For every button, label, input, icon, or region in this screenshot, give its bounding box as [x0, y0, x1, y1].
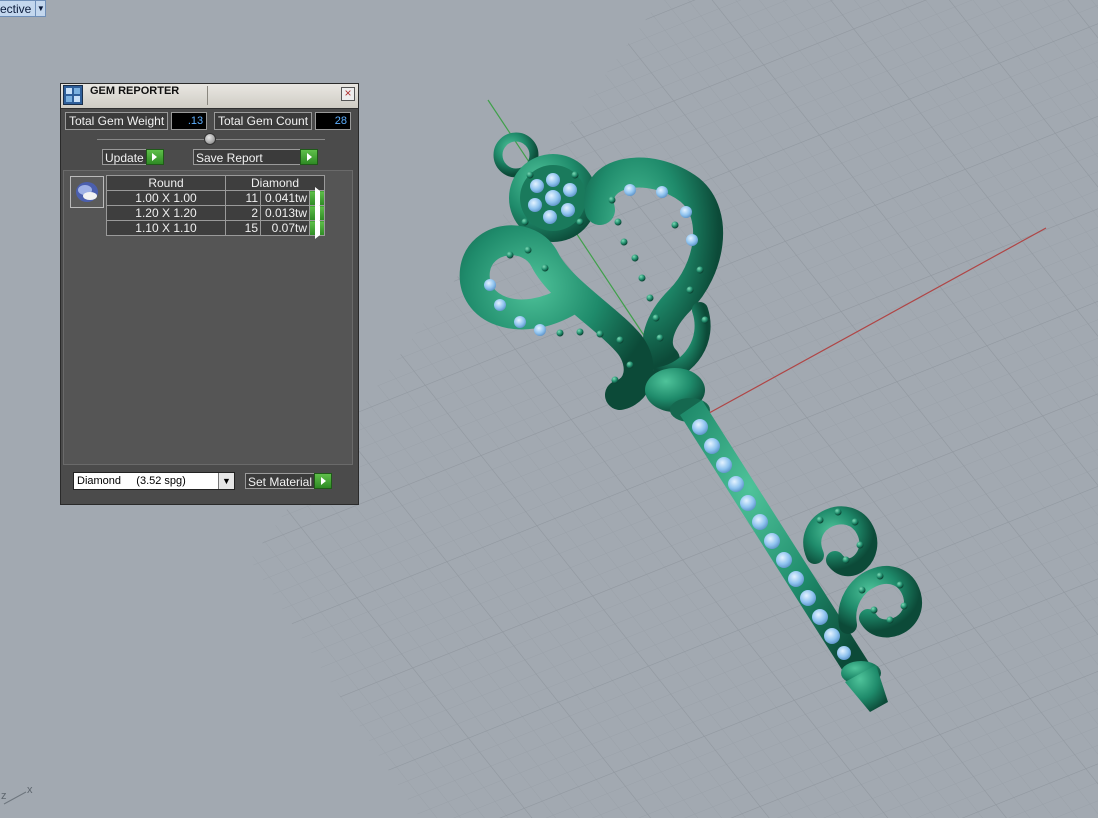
material-select[interactable]: Diamond (3.52 spg) ▼ — [73, 472, 235, 490]
chevron-down-icon[interactable]: ▼ — [218, 473, 234, 489]
title-divider — [207, 86, 208, 105]
gem-reporter-app-icon — [63, 85, 83, 105]
gem-weight-cell: 0.013tw — [260, 205, 310, 221]
update-button[interactable]: Update — [102, 149, 164, 165]
total-gem-weight-value: .13 — [171, 112, 208, 130]
viewport-title[interactable]: ective — [0, 0, 37, 17]
save-report-play-icon[interactable] — [300, 149, 318, 165]
axis-z-label: z — [1, 790, 7, 802]
material-controls: Diamond (3.52 spg) ▼ Set Material — [61, 470, 358, 503]
gem-weight-cell: 0.07tw — [260, 220, 310, 236]
material-select-value[interactable]: Diamond (3.52 spg) — [77, 475, 186, 487]
gem-size-cell: 1.10 X 1.10 — [106, 220, 226, 236]
total-gem-weight-label: Total Gem Weight — [65, 112, 169, 130]
gem-qty-cell: 15 — [225, 220, 261, 236]
viewport-title-tab[interactable]: ective ▼ — [0, 0, 47, 17]
total-gem-count-group: Total Gem Count 28 — [214, 112, 352, 130]
gem-list-area: Round Diamond 1.00 X 1.00 11 0.041tw 1.2… — [63, 170, 353, 465]
gem-weight-cell: 0.041tw — [260, 190, 310, 206]
save-report-button-label[interactable]: Save Report — [193, 149, 300, 165]
total-gem-weight-group: Total Gem Weight .13 — [65, 112, 208, 130]
gem-size-cell: 1.20 X 1.20 — [106, 205, 226, 221]
set-material-button[interactable]: Set Material — [245, 473, 333, 489]
header-shape: Round — [106, 175, 226, 191]
gem-table: Round Diamond 1.00 X 1.00 11 0.041tw 1.2… — [106, 175, 325, 239]
table-row[interactable]: 1.00 X 1.00 11 0.041tw — [106, 187, 325, 209]
gem-size-cell: 1.00 X 1.00 — [106, 190, 226, 206]
total-gem-count-value: 28 — [315, 112, 352, 130]
gem-table-header: Round Diamond — [106, 175, 325, 191]
round-diamond-icon — [76, 182, 98, 202]
table-row[interactable]: 1.20 X 1.20 2 0.013tw — [106, 202, 325, 224]
total-gem-count-label: Total Gem Count — [214, 112, 313, 130]
panel-titlebar[interactable]: GEM REPORTER × — [61, 84, 358, 109]
panel-title: GEM REPORTER — [90, 85, 180, 97]
select-gem-play-icon[interactable] — [309, 217, 325, 239]
close-button[interactable]: × — [341, 87, 355, 101]
gem-qty-cell: 2 — [225, 205, 261, 221]
set-material-button-label[interactable]: Set Material — [245, 473, 315, 489]
axis-x-label: x — [27, 784, 33, 796]
update-button-label[interactable]: Update — [102, 149, 146, 165]
set-material-play-icon[interactable] — [314, 473, 333, 489]
gem-thumbnail[interactable] — [70, 176, 104, 208]
save-report-button[interactable]: Save Report — [193, 149, 318, 165]
table-row[interactable]: 1.10 X 1.10 15 0.07tw — [106, 217, 325, 239]
gem-reporter-panel: GEM REPORTER × Total Gem Weight .13 Tota… — [60, 83, 359, 505]
update-play-icon[interactable] — [145, 149, 164, 165]
world-axis-indicator: z x — [0, 782, 40, 812]
panel-resize-slider-knob[interactable] — [204, 133, 216, 145]
viewport-menu-dropdown-icon[interactable]: ▼ — [36, 0, 47, 17]
gem-qty-cell: 11 — [225, 190, 261, 206]
header-material: Diamond — [225, 175, 325, 191]
